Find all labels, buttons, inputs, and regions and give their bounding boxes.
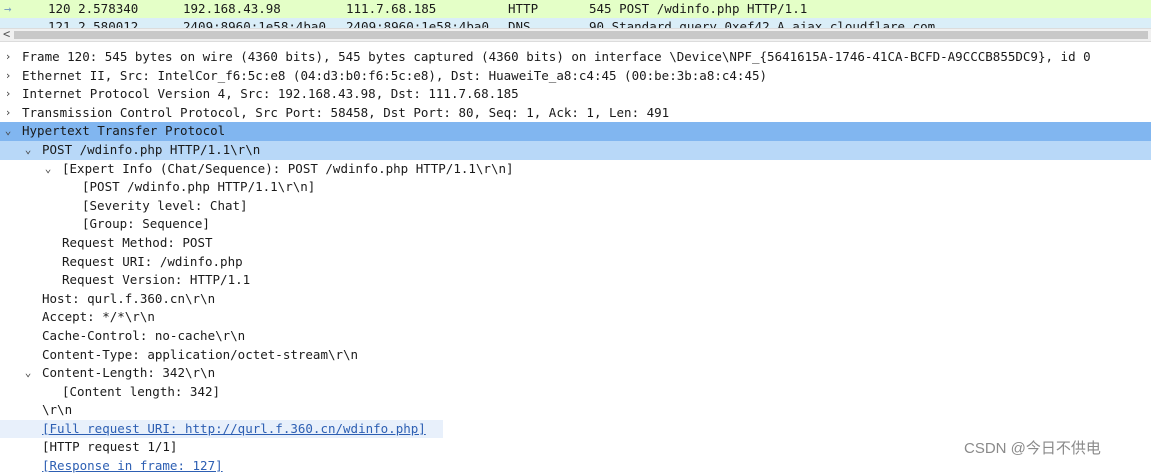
tree-row-frame[interactable]: › Frame 120: 545 bytes on wire (4360 bit… xyxy=(0,48,1151,67)
packet-source: 192.168.43.98 xyxy=(183,1,281,16)
tree-row-content-length[interactable]: ⌄ Content-Length: 342\r\n xyxy=(0,364,1151,383)
chevron-down-icon[interactable]: ⌄ xyxy=(21,141,35,160)
scrollbar-thumb[interactable] xyxy=(14,31,1148,39)
packet-list: → 120 2.578340 192.168.43.98 111.7.68.18… xyxy=(0,0,1151,28)
tree-label: Hypertext Transfer Protocol xyxy=(22,123,226,139)
packet-source: 2409:8960:1e58:4ba0 xyxy=(183,19,326,28)
tree-label: Request Method: POST xyxy=(62,234,213,250)
tree-label: [HTTP request 1/1] xyxy=(42,439,178,455)
packet-protocol: HTTP xyxy=(508,1,539,16)
tree-label: Ethernet II, Src: IntelCor_f6:5c:e8 (04:… xyxy=(22,67,768,83)
packet-destination: 111.7.68.185 xyxy=(346,1,437,16)
tree-label: [Severity level: Chat] xyxy=(82,197,248,213)
tree-label: [Group: Sequence] xyxy=(82,216,210,232)
tree-row-expert-post[interactable]: [POST /wdinfo.php HTTP/1.1\r\n] xyxy=(0,178,1151,197)
tree-row-accept[interactable]: Accept: */*\r\n xyxy=(0,308,1151,327)
tree-row-full-uri[interactable]: [Full request URI: http://qurl.f.360.cn/… xyxy=(0,419,443,439)
tree-row-expert-info[interactable]: ⌄ [Expert Info (Chat/Sequence): POST /wd… xyxy=(0,160,1151,179)
tree-label: Frame 120: 545 bytes on wire (4360 bits)… xyxy=(22,49,1091,64)
packet-no-time: 121 2.580012 xyxy=(48,19,139,28)
chevron-right-icon[interactable]: › xyxy=(1,48,15,67)
tree-label: \r\n xyxy=(42,402,73,418)
tree-row-method[interactable]: Request Method: POST xyxy=(0,234,1151,253)
scroll-left-arrow-icon[interactable]: < xyxy=(3,26,10,42)
tree-label: Content-Length: 342\r\n xyxy=(42,365,216,381)
tree-label: Content-Type: application/octet-stream\r… xyxy=(42,346,359,362)
packet-protocol: DNS xyxy=(508,19,531,28)
tree-row-ip[interactable]: › Internet Protocol Version 4, Src: 192.… xyxy=(0,85,1151,104)
chevron-down-icon[interactable]: ⌄ xyxy=(21,364,35,383)
tree-row-content-type[interactable]: Content-Type: application/octet-stream\r… xyxy=(0,346,1151,365)
tree-row-cache-control[interactable]: Cache-Control: no-cache\r\n xyxy=(0,327,1151,346)
tree-row-tcp[interactable]: › Transmission Control Protocol, Src Por… xyxy=(0,104,1151,123)
packet-info: 545 POST /wdinfo.php HTTP/1.1 xyxy=(589,1,808,16)
watermark: CSDN @今日不供电 xyxy=(964,440,1101,457)
horizontal-scrollbar[interactable]: < xyxy=(0,26,1151,42)
chevron-right-icon[interactable]: › xyxy=(1,104,15,123)
chevron-down-icon[interactable]: ⌄ xyxy=(1,122,15,141)
tree-row-severity[interactable]: [Severity level: Chat] xyxy=(0,197,1151,216)
packet-info: 90 Standard query 0xef42 A ajax.cloudfla… xyxy=(589,19,936,28)
tree-label: Request Version: HTTP/1.1 xyxy=(62,272,251,288)
packet-destination: 2409:8960:1e58:4ba0 xyxy=(346,19,489,28)
tree-label: Host: qurl.f.360.cn\r\n xyxy=(42,290,216,306)
tree-row-ethernet[interactable]: › Ethernet II, Src: IntelCor_f6:5c:e8 (0… xyxy=(0,67,1151,86)
response-in-frame-link[interactable]: [Response in frame: 127] xyxy=(42,457,223,476)
tree-row-response-in[interactable]: [Response in frame: 127] xyxy=(0,457,1151,476)
tree-row-version[interactable]: Request Version: HTTP/1.1 xyxy=(0,271,1151,290)
chevron-right-icon[interactable]: › xyxy=(1,67,15,86)
tree-row-uri[interactable]: Request URI: /wdinfo.php xyxy=(0,253,1151,272)
tree-label: Internet Protocol Version 4, Src: 192.16… xyxy=(22,86,519,102)
packet-row-121[interactable]: 121 2.580012 2409:8960:1e58:4ba0 2409:89… xyxy=(0,18,1151,28)
tree-label: [POST /wdinfo.php HTTP/1.1\r\n] xyxy=(82,179,316,195)
tree-row-content-length-sub[interactable]: [Content length: 342] xyxy=(0,383,1151,402)
tree-row-group[interactable]: [Group: Sequence] xyxy=(0,215,1151,234)
full-request-uri-link[interactable]: [Full request URI: http://qurl.f.360.cn/… xyxy=(42,420,426,439)
tree-label: Accept: */*\r\n xyxy=(42,309,155,325)
tree-row-http[interactable]: ⌄ Hypertext Transfer Protocol xyxy=(0,122,1151,141)
tree-row-request-line[interactable]: ⌄ POST /wdinfo.php HTTP/1.1\r\n xyxy=(0,140,1151,160)
tree-label: POST /wdinfo.php HTTP/1.1\r\n xyxy=(42,141,261,157)
tree-label: Request URI: /wdinfo.php xyxy=(62,253,243,269)
packet-row-120[interactable]: → 120 2.578340 192.168.43.98 111.7.68.18… xyxy=(0,0,1151,19)
tree-label: Cache-Control: no-cache\r\n xyxy=(42,327,246,343)
request-marker-icon: → xyxy=(4,1,12,16)
chevron-down-icon[interactable]: ⌄ xyxy=(41,160,55,179)
tree-row-host[interactable]: Host: qurl.f.360.cn\r\n xyxy=(0,290,1151,309)
tree-label: [Expert Info (Chat/Sequence): POST /wdin… xyxy=(62,160,514,176)
packet-details-tree: › Frame 120: 545 bytes on wire (4360 bit… xyxy=(0,48,1151,473)
tree-label: [Content length: 342] xyxy=(62,383,221,399)
tree-row-crlf[interactable]: \r\n xyxy=(0,401,1151,420)
tree-label: Transmission Control Protocol, Src Port:… xyxy=(22,104,670,120)
chevron-right-icon[interactable]: › xyxy=(1,85,15,104)
packet-no-time: 120 2.578340 xyxy=(48,1,139,16)
